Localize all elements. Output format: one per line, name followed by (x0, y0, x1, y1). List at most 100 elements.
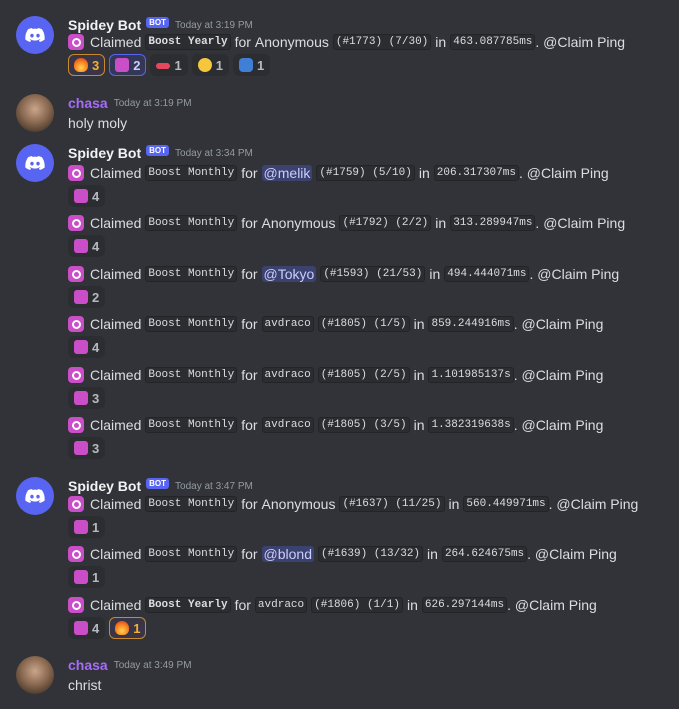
bot-badge: BOT (146, 144, 170, 156)
reaction-button[interactable]: 1 (191, 54, 229, 76)
reaction-bar: 41 (68, 617, 147, 639)
claim-emoji-icon (74, 391, 88, 405)
timestamp[interactable]: Today at 3:19 PM (114, 98, 192, 109)
claim-ping-mention[interactable]: . @Claim Ping (514, 417, 604, 433)
reaction-button[interactable]: 4 (68, 185, 106, 207)
fire-emoji-icon (74, 58, 88, 72)
reaction-count: 3 (92, 57, 100, 73)
target-name: avdraco (254, 597, 308, 613)
claim-duration: 264.624675ms (441, 546, 528, 562)
message-header: Spidey Bot BOT Today at 3:34 PM (68, 144, 253, 162)
timestamp[interactable]: Today at 3:49 PM (114, 660, 192, 671)
claim-ping-mention[interactable]: . @Claim Ping (527, 546, 617, 562)
user-mention[interactable]: @blond (261, 546, 314, 562)
boost-tier: Boost Yearly (145, 597, 231, 613)
bot-avatar[interactable] (16, 477, 54, 515)
reaction-button[interactable]: 3 (68, 54, 106, 76)
claim-ping-mention[interactable]: . @Claim Ping (519, 165, 609, 181)
for-label: for (234, 34, 251, 50)
claim-id: (#1773) (7/30) (332, 34, 432, 50)
claim-duration: 560.449971ms (463, 496, 549, 512)
reaction-button[interactable]: 3 (68, 437, 106, 459)
reaction-count: 2 (92, 289, 100, 305)
claim-ping-mention[interactable]: . @Claim Ping (535, 215, 625, 231)
author-name[interactable]: Spidey Bot (68, 145, 141, 161)
timestamp[interactable]: Today at 3:19 PM (175, 20, 253, 31)
claim-ping-mention[interactable]: . @Claim Ping (535, 34, 625, 50)
claim-message-line: Claimed Boost Monthly for avdraco (#1805) (3… (68, 415, 603, 435)
reaction-count: 2 (133, 57, 141, 73)
reaction-count: 4 (92, 620, 100, 636)
claim-duration: 1.101985137s (428, 367, 514, 383)
boost-tier: Boost Monthly (145, 496, 238, 512)
claim-id: (#1792) (2/2) (339, 215, 432, 231)
claim-icon (68, 496, 84, 512)
reaction-button[interactable]: 2 (68, 286, 106, 308)
claim-ping-mention[interactable]: . @Claim Ping (529, 266, 619, 282)
reaction-count: 1 (215, 57, 223, 73)
reaction-button[interactable]: 1 (150, 54, 188, 76)
reaction-button[interactable]: 1 (109, 617, 147, 639)
reaction-count: 1 (174, 57, 182, 73)
target-name: avdraco (261, 417, 314, 433)
timestamp[interactable]: Today at 3:34 PM (175, 148, 253, 159)
claim-ping-mention[interactable]: . @Claim Ping (514, 316, 604, 332)
in-label: in (413, 367, 425, 383)
author-name[interactable]: Spidey Bot (68, 478, 141, 494)
for-label: for (241, 417, 258, 433)
reaction-button[interactable]: 4 (68, 336, 106, 358)
claim-emoji-icon (115, 58, 130, 72)
user-avatar[interactable] (16, 94, 54, 132)
timestamp[interactable]: Today at 3:47 PM (175, 481, 253, 492)
claim-emoji-icon (74, 520, 88, 534)
discord-logo-icon (25, 27, 45, 42)
for-label: for (241, 496, 258, 512)
claim-id: (#1637) (11/25) (339, 496, 445, 512)
claim-duration: 313.289947ms (450, 215, 536, 231)
for-label: for (241, 266, 258, 282)
boost-tier: Boost Monthly (145, 546, 238, 562)
author-name[interactable]: chasa (68, 95, 108, 111)
reaction-bar: 3 (68, 437, 106, 459)
reaction-bar: 2 (68, 286, 106, 308)
for-label: for (241, 165, 258, 181)
fire-emoji-icon (115, 621, 130, 635)
claim-ping-mention[interactable]: . @Claim Ping (549, 496, 639, 512)
claim-message-line: Claimed Boost Monthly for @melik (#1759) (5/… (68, 163, 609, 183)
reaction-button[interactable]: 4 (68, 617, 106, 639)
bot-avatar[interactable] (16, 16, 54, 54)
claim-message-line: Claimed Boost Monthly for avdraco (#1805) (2… (68, 365, 603, 385)
reaction-count: 1 (92, 519, 100, 535)
user-mention[interactable]: @Tokyo (261, 266, 317, 282)
claim-ping-mention[interactable]: . @Claim Ping (514, 367, 604, 383)
claim-message-line: Claimed Boost Monthly for avdraco (#1805) (1… (68, 314, 603, 334)
bot-avatar[interactable] (16, 144, 54, 182)
boost-tier: Boost Yearly (145, 34, 231, 50)
reaction-button[interactable]: 1 (232, 54, 271, 76)
discord-logo-icon (25, 155, 45, 170)
reaction-button[interactable]: 1 (68, 516, 106, 538)
claim-ping-mention[interactable]: . @Claim Ping (507, 597, 597, 613)
claim-duration: 494.444071ms (444, 266, 530, 282)
in-label: in (427, 546, 438, 562)
reaction-count: 4 (92, 238, 100, 254)
author-name[interactable]: chasa (68, 657, 108, 673)
claimed-label: Claimed (90, 34, 142, 50)
author-name[interactable]: Spidey Bot (68, 17, 141, 33)
reaction-button[interactable]: 4 (68, 235, 106, 257)
claim-id: (#1806) (1/1) (311, 597, 403, 613)
in-label: in (413, 417, 425, 433)
user-mention[interactable]: @melik (261, 165, 313, 181)
target-name: Anonymous (261, 215, 336, 231)
reaction-button[interactable]: 2 (109, 54, 147, 76)
reaction-button[interactable]: 1 (68, 566, 106, 588)
claim-duration: 206.317307ms (433, 165, 519, 181)
reaction-button[interactable]: 3 (68, 387, 106, 409)
claim-duration: 463.087785ms (450, 34, 536, 50)
claim-icon (68, 34, 84, 50)
user-avatar[interactable] (16, 656, 54, 694)
claim-icon (68, 316, 84, 332)
reaction-count: 4 (92, 339, 100, 355)
for-label: for (234, 597, 251, 613)
boost-tier: Boost Monthly (145, 367, 238, 383)
